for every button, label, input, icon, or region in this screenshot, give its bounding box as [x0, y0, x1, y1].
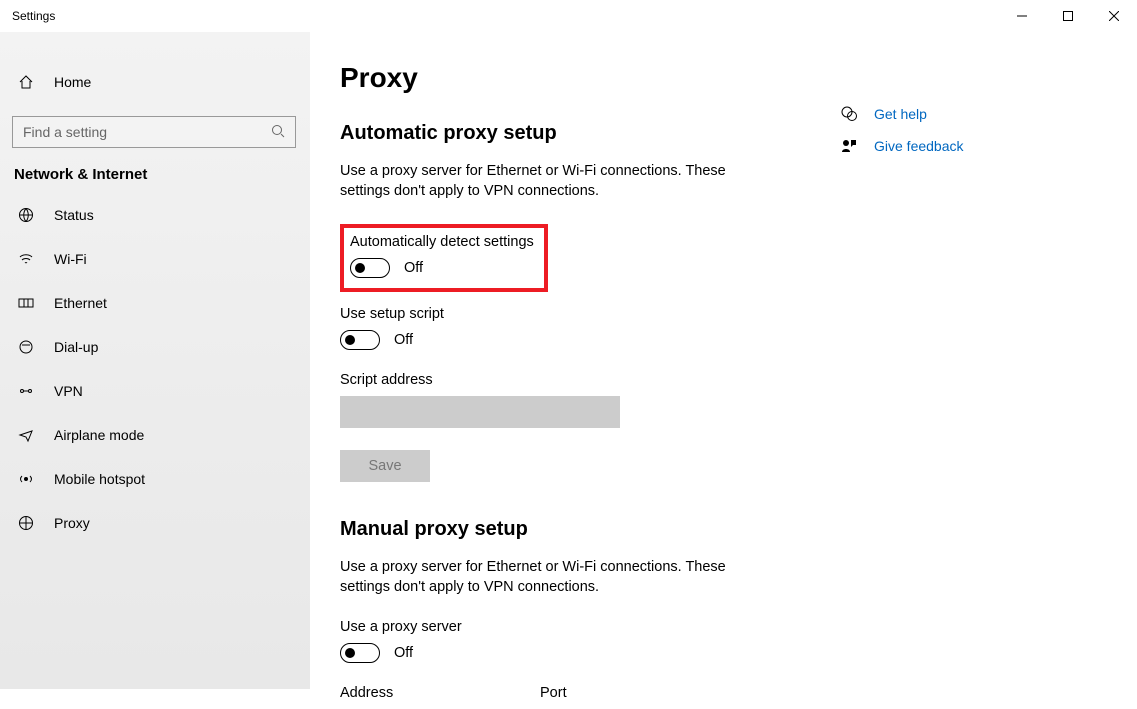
setup-script-label: Use setup script: [340, 306, 840, 322]
auto-detect-state: Off: [404, 260, 423, 276]
sidebar-home-label: Home: [54, 74, 91, 90]
save-button[interactable]: Save: [340, 450, 430, 482]
sidebar-item-label: Dial-up: [54, 339, 98, 355]
home-icon: [16, 74, 36, 90]
use-proxy-state: Off: [394, 645, 413, 661]
ethernet-icon: [16, 295, 36, 311]
sidebar-item-airplane[interactable]: Airplane mode: [0, 413, 310, 457]
use-proxy-label: Use a proxy server: [340, 619, 840, 635]
wifi-icon: [16, 251, 36, 267]
window-title: Settings: [0, 9, 55, 23]
manual-port-label: Port: [540, 685, 567, 701]
give-feedback-link[interactable]: Give feedback: [840, 130, 964, 162]
sidebar-item-label: VPN: [54, 383, 83, 399]
sidebar-item-dialup[interactable]: Dial-up: [0, 325, 310, 369]
manual-address-label: Address: [340, 685, 500, 701]
dialup-icon: [16, 339, 36, 355]
sidebar-item-label: Ethernet: [54, 295, 107, 311]
search-icon: [271, 124, 285, 141]
proxy-icon: [16, 515, 36, 531]
sidebar-item-label: Proxy: [54, 515, 90, 531]
sidebar-item-label: Mobile hotspot: [54, 471, 145, 487]
globe-icon: [16, 207, 36, 223]
manual-heading: Manual proxy setup: [340, 518, 840, 541]
sidebar-item-ethernet[interactable]: Ethernet: [0, 281, 310, 325]
give-feedback-label: Give feedback: [874, 138, 964, 154]
get-help-label: Get help: [874, 106, 927, 122]
main-content: Proxy Automatic proxy setup Use a proxy …: [310, 32, 840, 689]
close-button[interactable]: [1091, 0, 1137, 32]
auto-detect-label: Automatically detect settings: [350, 234, 534, 250]
page-title: Proxy: [340, 62, 840, 94]
maximize-button[interactable]: [1045, 0, 1091, 32]
script-address-input[interactable]: [340, 396, 620, 428]
search-placeholder: Find a setting: [23, 124, 107, 140]
sidebar: Home Find a setting Network & Internet S…: [0, 32, 310, 689]
manual-description: Use a proxy server for Ethernet or Wi-Fi…: [340, 557, 760, 598]
setup-script-state: Off: [394, 332, 413, 348]
search-input[interactable]: Find a setting: [12, 116, 296, 148]
help-column: Get help Give feedback: [840, 32, 964, 689]
auto-description: Use a proxy server for Ethernet or Wi-Fi…: [340, 161, 760, 202]
hotspot-icon: [16, 471, 36, 487]
get-help-link[interactable]: Get help: [840, 98, 964, 130]
sidebar-item-label: Status: [54, 207, 94, 223]
feedback-icon: [840, 138, 858, 154]
sidebar-item-wifi[interactable]: Wi-Fi: [0, 237, 310, 281]
sidebar-item-label: Airplane mode: [54, 427, 144, 443]
sidebar-home[interactable]: Home: [0, 60, 310, 104]
highlight-box: Automatically detect settings Off: [340, 224, 548, 292]
minimize-button[interactable]: [999, 0, 1045, 32]
sidebar-category: Network & Internet: [0, 166, 310, 193]
auto-heading: Automatic proxy setup: [340, 122, 840, 145]
sidebar-item-proxy[interactable]: Proxy: [0, 501, 310, 545]
auto-detect-toggle[interactable]: [350, 258, 390, 278]
sidebar-item-hotspot[interactable]: Mobile hotspot: [0, 457, 310, 501]
sidebar-item-status[interactable]: Status: [0, 193, 310, 237]
sidebar-item-vpn[interactable]: VPN: [0, 369, 310, 413]
sidebar-item-label: Wi-Fi: [54, 251, 87, 267]
script-address-label: Script address: [340, 372, 840, 388]
use-proxy-toggle[interactable]: [340, 643, 380, 663]
vpn-icon: [16, 383, 36, 399]
help-icon: [840, 106, 858, 122]
airplane-icon: [16, 427, 36, 443]
setup-script-toggle[interactable]: [340, 330, 380, 350]
